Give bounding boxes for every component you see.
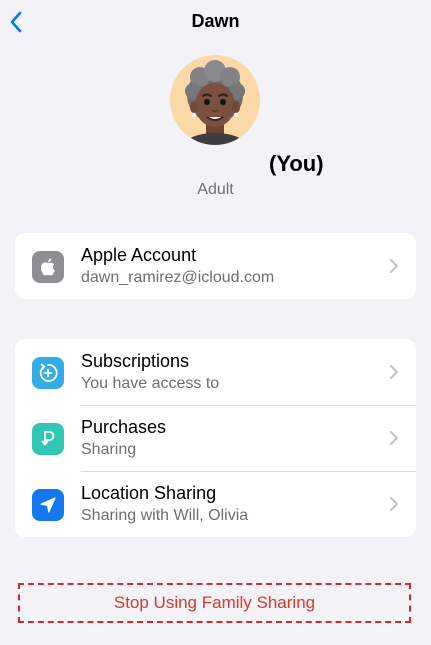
- location-sharing-title: Location Sharing: [81, 483, 217, 503]
- location-arrow-icon: [40, 497, 56, 513]
- apple-account-row[interactable]: Apple Account dawn_ramirez@icloud.com: [15, 233, 416, 299]
- subscriptions-row[interactable]: Subscriptions You have access to: [15, 339, 416, 405]
- you-label: (You): [269, 151, 324, 176]
- navigation-bar: Dawn: [0, 0, 431, 44]
- purchases-icon-tile: [32, 423, 64, 455]
- purchases-row[interactable]: Purchases Sharing: [15, 405, 416, 471]
- memoji-avatar-icon: [185, 60, 245, 145]
- apple-account-icon-tile: [32, 251, 64, 283]
- subscriptions-subtitle: You have access to: [81, 375, 220, 392]
- location-sharing-subtitle: Sharing with Will, Olivia: [81, 507, 249, 524]
- subscriptions-title: Subscriptions: [81, 351, 190, 371]
- chevron-right-icon: [389, 496, 399, 512]
- location-sharing-row[interactable]: Location Sharing Sharing with Will, Oliv…: [15, 471, 416, 537]
- apple-logo-icon: [40, 258, 55, 276]
- apple-account-title: Apple Account: [81, 245, 197, 265]
- stop-family-sharing-label: Stop Using Family Sharing: [113, 593, 316, 612]
- family-features-card: Subscriptions You have access to Purchas…: [15, 339, 416, 537]
- subscriptions-icon-tile: [32, 357, 64, 389]
- purchases-icon: [41, 431, 55, 446]
- purchases-subtitle: Sharing: [81, 441, 137, 458]
- avatar: [170, 55, 260, 145]
- stop-family-sharing-button[interactable]: Stop Using Family Sharing: [18, 583, 411, 623]
- apple-account-email: dawn_ramirez@icloud.com: [81, 269, 275, 286]
- account-card: Apple Account dawn_ramirez@icloud.com: [15, 233, 416, 299]
- chevron-right-icon: [389, 364, 399, 380]
- purchases-title: Purchases: [81, 417, 167, 437]
- member-role: Adult: [197, 181, 234, 198]
- subscriptions-plus-icon: [39, 363, 58, 382]
- page-title: Dawn: [191, 11, 240, 31]
- location-sharing-icon-tile: [32, 489, 64, 521]
- chevron-right-icon: [389, 430, 399, 446]
- chevron-right-icon: [389, 258, 399, 274]
